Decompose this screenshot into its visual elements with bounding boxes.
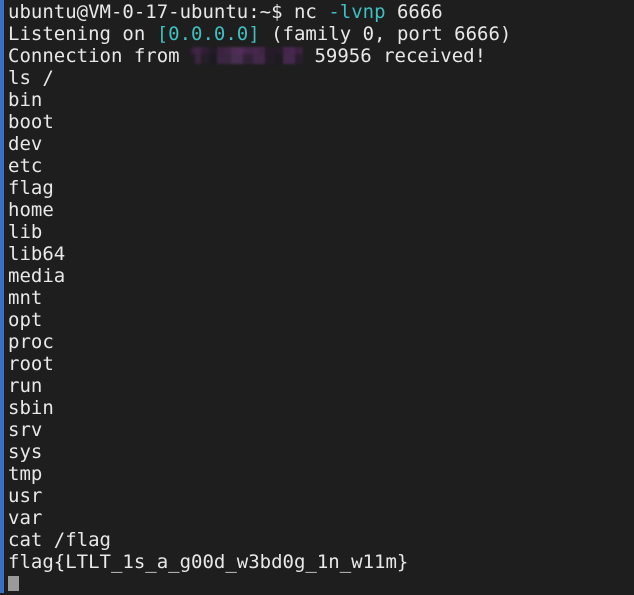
ls-output-item: sbin [8, 397, 54, 419]
ls-output-item: mnt [8, 287, 43, 309]
ls-output-item: boot [8, 111, 54, 133]
ls-output-item: opt [8, 309, 43, 331]
ls-output-item: tmp [8, 463, 43, 485]
listening-line: Listening on [0.0.0.0] (family 0, port 6… [8, 23, 634, 45]
listening-suffix: (family 0, port 6666) [259, 23, 512, 45]
listening-prefix: Listening on [8, 23, 157, 45]
flag-output-line: flag{LTLT_1s_a_g00d_w3bd0g_1n_w11m} [8, 551, 409, 573]
ls-output-item: home [8, 199, 54, 221]
command-name: nc [282, 1, 329, 23]
ls-output-item: lib [8, 221, 43, 243]
terminal-cursor [8, 576, 19, 591]
ls-output-item: var [8, 507, 43, 529]
prompt-line: ubuntu@VM-0-17-ubuntu:~$ nc -lvnp 6666 [8, 1, 634, 23]
terminal-screen[interactable]: ubuntu@VM-0-17-ubuntu:~$ nc -lvnp 6666 L… [4, 0, 634, 593]
ls-output-item: proc [8, 331, 54, 353]
terminal-window[interactable]: ubuntu@VM-0-17-ubuntu:~$ nc -lvnp 6666 L… [0, 0, 634, 593]
ls-output-item: run [8, 375, 43, 397]
ls-output-item: flag [8, 177, 54, 199]
listening-address: [0.0.0.0] [156, 23, 260, 45]
ls-output-item: usr [8, 485, 43, 507]
ls-output-item: lib64 [8, 243, 66, 265]
ls-output-item: root [8, 353, 54, 375]
ls-output-item: media [8, 265, 66, 287]
redacted-ip-address [191, 47, 304, 64]
connection-port-status: 59956 received! [303, 45, 487, 67]
command-flag: -lvnp [328, 1, 386, 23]
ls-output-item: etc [8, 155, 43, 177]
cursor-line [8, 573, 634, 595]
ls-output-item: sys [8, 441, 43, 463]
shell-prompt: ubuntu@VM-0-17-ubuntu:~$ [8, 1, 283, 23]
connection-prefix: Connection from [8, 45, 192, 67]
cat-command-line: cat /flag [8, 529, 111, 551]
ls-command-line: ls / [8, 67, 54, 89]
ls-output-item: bin [8, 89, 43, 111]
ls-output-item: srv [8, 419, 43, 441]
ls-output-item: dev [8, 133, 43, 155]
connection-line: Connection from 59956 received! [8, 45, 634, 67]
command-argument: 6666 [385, 1, 443, 23]
